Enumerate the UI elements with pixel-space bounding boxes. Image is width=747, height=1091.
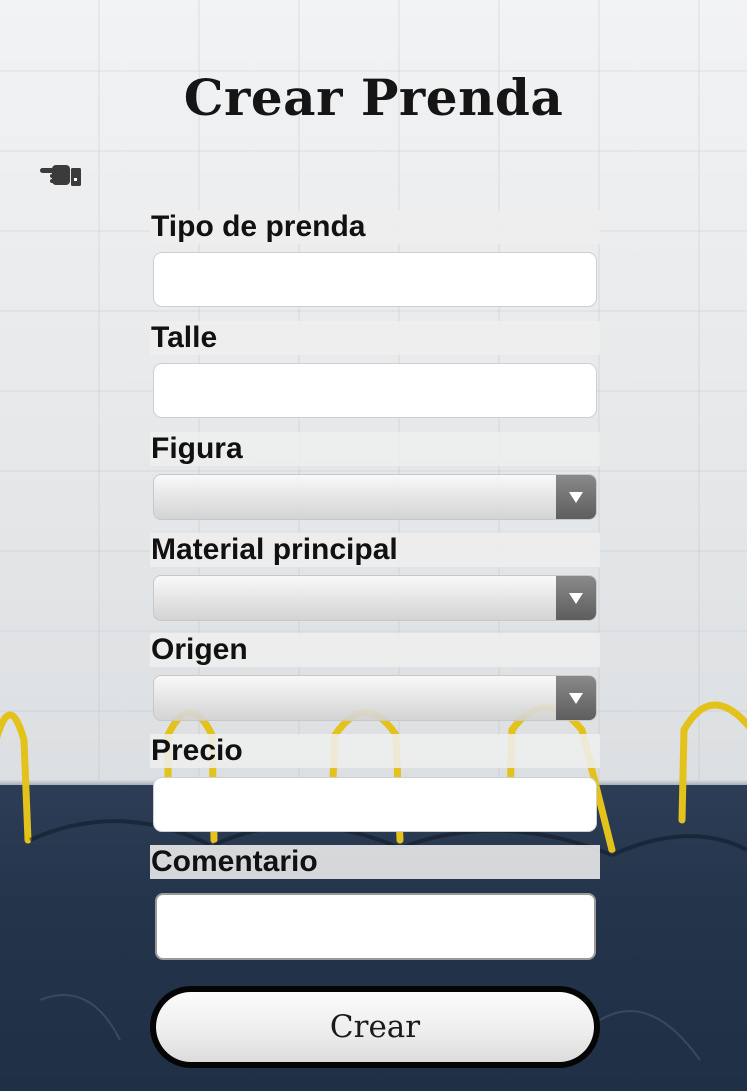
origen-dropdown-button[interactable] (556, 676, 596, 720)
material-dropdown-button[interactable] (556, 576, 596, 620)
chevron-down-icon (569, 491, 583, 503)
precio-label: Precio (150, 734, 600, 768)
origen-select[interactable] (153, 675, 597, 721)
precio-input[interactable] (153, 777, 597, 832)
figura-label: Figura (150, 432, 600, 466)
tipo-de-prenda-input[interactable] (153, 252, 597, 307)
crear-button[interactable]: Crear (150, 986, 600, 1068)
chevron-down-icon (569, 592, 583, 604)
material-principal-select[interactable] (153, 575, 597, 621)
page-title: Crear Prenda (183, 68, 564, 127)
back-button[interactable] (38, 156, 84, 192)
pointing-hand-icon (40, 165, 81, 186)
talle-input[interactable] (153, 363, 597, 418)
material-principal-label: Material principal (150, 533, 600, 567)
figura-select[interactable] (153, 474, 597, 520)
origen-label: Origen (150, 633, 600, 667)
comentario-textarea[interactable] (155, 893, 596, 960)
comentario-label: Comentario (150, 845, 600, 879)
chevron-down-icon (569, 692, 583, 704)
tipo-de-prenda-label: Tipo de prenda (150, 210, 600, 244)
talle-label: Talle (150, 321, 600, 355)
crear-button-label: Crear (156, 992, 594, 1062)
figura-dropdown-button[interactable] (556, 475, 596, 519)
